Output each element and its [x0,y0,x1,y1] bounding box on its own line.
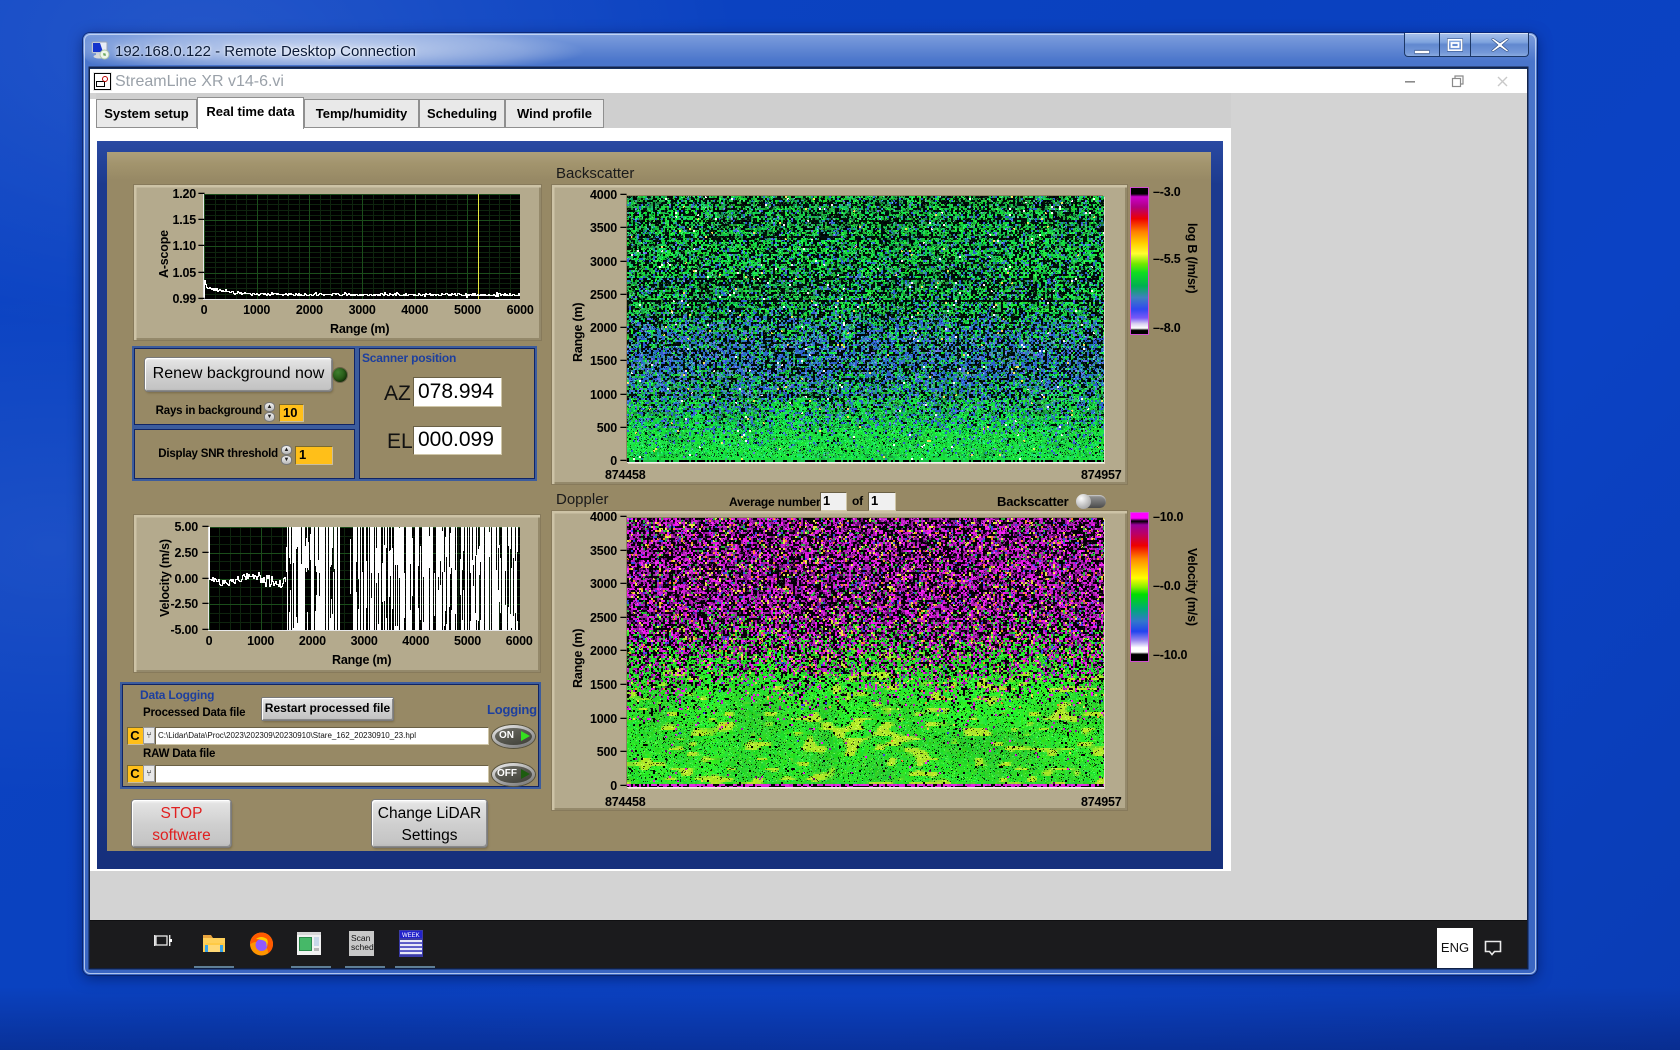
svg-text:WEEK: WEEK [402,933,420,939]
svg-text:sched: sched [351,942,374,952]
